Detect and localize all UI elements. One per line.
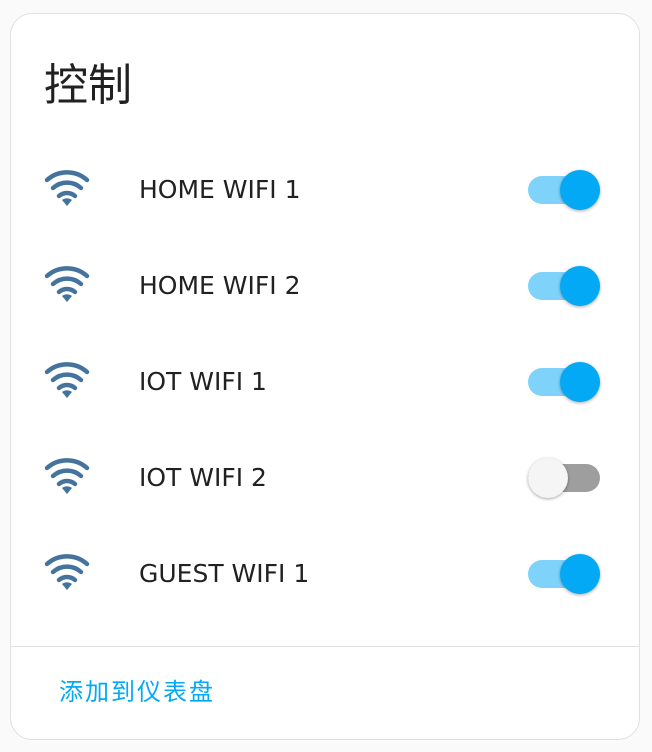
toggle-thumb bbox=[560, 266, 600, 306]
entity-toggle[interactable] bbox=[528, 554, 602, 594]
toggle-thumb bbox=[560, 554, 600, 594]
entity-row-iot-wifi-1: IOT WIFI 1 bbox=[11, 334, 639, 430]
add-to-dashboard-button[interactable]: 添加到仪表盘 bbox=[59, 675, 215, 709]
entity-toggle[interactable] bbox=[528, 170, 602, 210]
entity-toggle[interactable] bbox=[528, 362, 602, 402]
wifi-icon[interactable] bbox=[43, 552, 91, 596]
wifi-icon[interactable] bbox=[43, 360, 91, 404]
entity-list: HOME WIFI 1 HOME WIFI 2 IOT WIFI 1 IOT W… bbox=[11, 142, 639, 622]
entity-label[interactable]: HOME WIFI 2 bbox=[139, 269, 301, 303]
entity-label[interactable]: GUEST WIFI 1 bbox=[139, 557, 309, 591]
entities-card: 控制 HOME WIFI 1 HOME WIFI 2 IOT WIFI 1 IO… bbox=[10, 13, 640, 740]
wifi-icon[interactable] bbox=[43, 264, 91, 308]
wifi-icon[interactable] bbox=[43, 456, 91, 500]
entity-row-iot-wifi-2: IOT WIFI 2 bbox=[11, 430, 639, 526]
entity-row-home-wifi-2: HOME WIFI 2 bbox=[11, 238, 639, 334]
entity-toggle[interactable] bbox=[528, 458, 602, 498]
entity-label[interactable]: IOT WIFI 1 bbox=[139, 365, 267, 399]
entity-row-home-wifi-1: HOME WIFI 1 bbox=[11, 142, 639, 238]
entity-label[interactable]: HOME WIFI 1 bbox=[139, 173, 301, 207]
card-actions-divider bbox=[11, 646, 639, 647]
toggle-thumb bbox=[560, 362, 600, 402]
entity-toggle[interactable] bbox=[528, 266, 602, 306]
card-title: 控制 bbox=[44, 60, 132, 111]
entity-row-guest-wifi-1: GUEST WIFI 1 bbox=[11, 526, 639, 622]
wifi-icon[interactable] bbox=[43, 168, 91, 212]
entity-label[interactable]: IOT WIFI 2 bbox=[139, 461, 267, 495]
toggle-thumb bbox=[528, 458, 568, 498]
toggle-thumb bbox=[560, 170, 600, 210]
